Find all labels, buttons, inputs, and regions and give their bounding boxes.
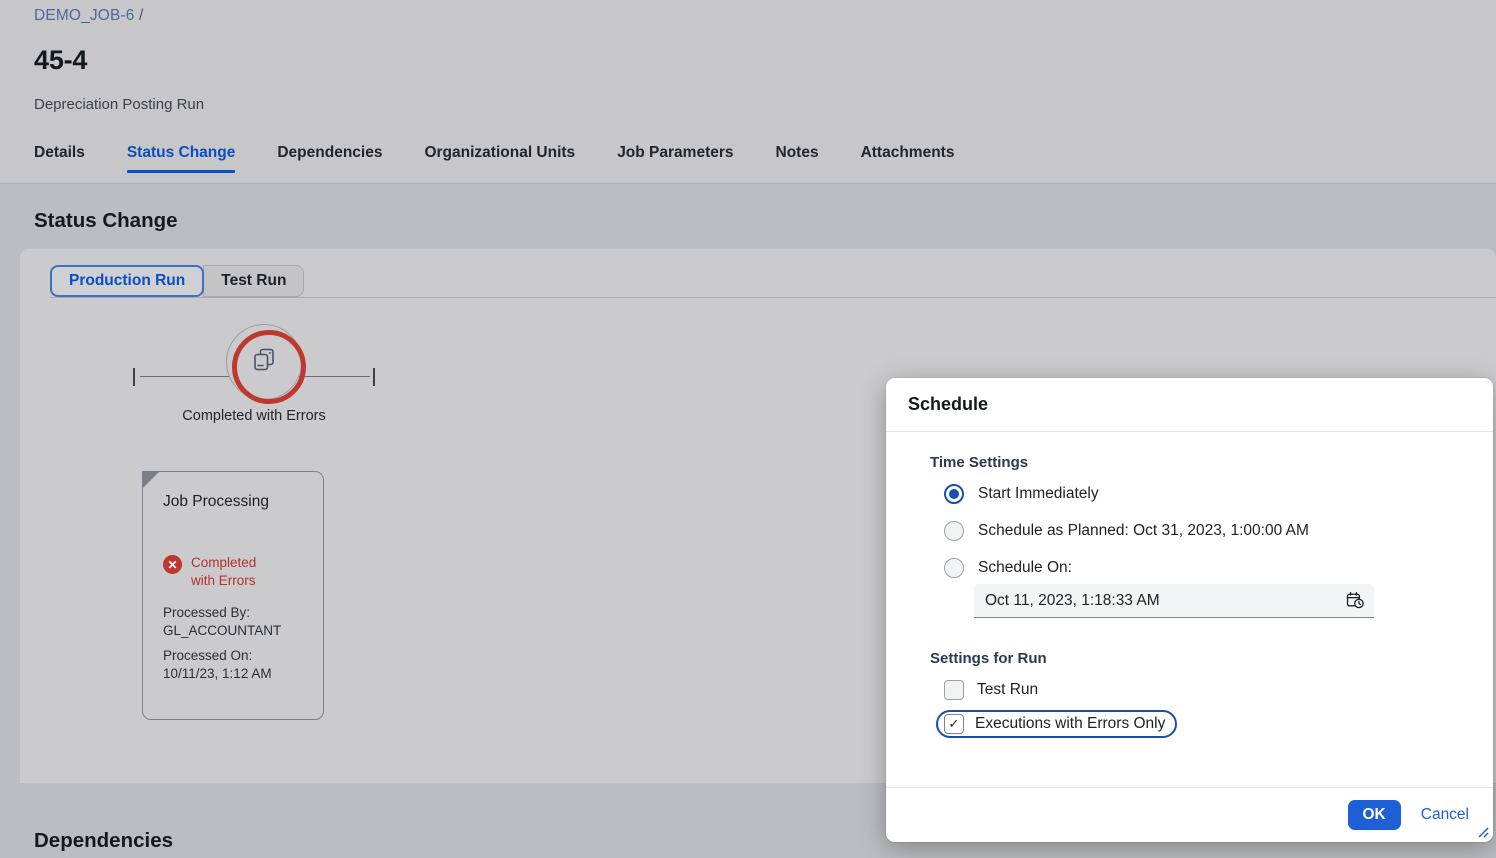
tab-notes[interactable]: Notes — [776, 144, 819, 173]
tab-bar: Details Status Change Dependencies Organ… — [34, 144, 996, 184]
status-circle[interactable] — [226, 324, 306, 404]
breadcrumb-separator: / — [139, 7, 144, 24]
processed-on-value: 10/11/23, 1:12 AM — [163, 665, 272, 681]
rail-end-cap-left — [133, 368, 135, 386]
run-type-segmented-control: Production Run Test Run — [50, 265, 305, 297]
app-root: DEMO_JOB-6 / 45-4 Depreciation Posting R… — [0, 0, 1496, 858]
status-caption: Completed with Errors — [182, 408, 326, 424]
segment-test-run[interactable]: Test Run — [203, 265, 305, 297]
processed-by-label: Processed By: — [163, 605, 251, 620]
status-node: Completed with Errors — [114, 324, 394, 454]
radio-schedule-as-planned[interactable] — [944, 521, 964, 541]
checkbox-label-test-run: Test Run — [977, 681, 1039, 698]
job-processing-card[interactable]: Job Processing ✕ Completed with Errors P… — [142, 471, 324, 720]
radio-start-immediately[interactable] — [944, 484, 964, 504]
schedule-date-value: Oct 11, 2023, 1:18:33 AM — [985, 591, 1160, 609]
radio-schedule-on[interactable] — [944, 558, 964, 578]
checkbox-row-executions-with-errors-only[interactable]: ✓ Executions with Errors Only — [936, 710, 1178, 738]
tab-dependencies[interactable]: Dependencies — [277, 144, 382, 173]
section-title-status-change: Status Change — [34, 209, 178, 232]
card-divider — [50, 297, 1496, 298]
rail-end-cap-right — [373, 368, 375, 386]
dialog-body: Time Settings Start Immediately Schedule… — [886, 432, 1493, 787]
time-settings-label: Time Settings — [930, 454, 1029, 471]
error-icon: ✕ — [163, 555, 182, 574]
radio-label-schedule-on: Schedule On: — [978, 559, 1072, 576]
dialog-title: Schedule — [908, 394, 989, 414]
page-subtitle: Depreciation Posting Run — [34, 96, 205, 113]
cancel-button[interactable]: Cancel — [1417, 800, 1473, 830]
schedule-dialog: Schedule Time Settings Start Immediately… — [886, 378, 1493, 842]
settings-for-run-group: Settings for Run Test Run ✓ Executions w… — [930, 650, 1471, 748]
processed-by-block: Processed By: GL_ACCOUNTANT — [163, 604, 313, 639]
job-card-title: Job Processing — [163, 493, 269, 510]
card-fold-corner — [142, 471, 160, 489]
calendar-clock-icon[interactable] — [1346, 591, 1365, 610]
settings-for-run-label: Settings for Run — [930, 650, 1047, 667]
job-status-text: Completed with Errors — [191, 555, 257, 588]
tab-organizational-units[interactable]: Organizational Units — [424, 144, 575, 173]
resize-handle-icon[interactable] — [1475, 824, 1489, 838]
schedule-date-input[interactable]: Oct 11, 2023, 1:18:33 AM — [974, 584, 1374, 618]
ok-button[interactable]: OK — [1347, 800, 1401, 830]
rail-left — [140, 376, 232, 377]
checkbox-test-run[interactable] — [944, 680, 964, 700]
section-title-dependencies: Dependencies — [34, 829, 173, 852]
radio-row-schedule-as-planned[interactable]: Schedule as Planned: Oct 31, 2023, 1:00:… — [944, 521, 1471, 541]
checkbox-label-executions-with-errors-only: Executions with Errors Only — [975, 715, 1166, 732]
tab-job-parameters[interactable]: Job Parameters — [617, 144, 733, 173]
checkbox-row-test-run[interactable]: Test Run — [944, 680, 1471, 700]
job-status-row: ✕ Completed with Errors — [163, 554, 283, 590]
tab-attachments[interactable]: Attachments — [861, 144, 955, 173]
page-title: 45-4 — [34, 45, 88, 75]
radio-label-start-immediately: Start Immediately — [978, 485, 1099, 502]
breadcrumb: DEMO_JOB-6 / — [34, 7, 144, 25]
tab-status-change[interactable]: Status Change — [126, 144, 235, 173]
dialog-header: Schedule — [886, 378, 1493, 432]
processed-by-value: GL_ACCOUNTANT — [163, 622, 282, 638]
breadcrumb-link-demo-job[interactable]: DEMO_JOB-6 — [34, 7, 135, 24]
page-header: DEMO_JOB-6 / 45-4 Depreciation Posting R… — [0, 0, 1496, 184]
radio-label-schedule-as-planned: Schedule as Planned: Oct 31, 2023, 1:00:… — [978, 522, 1309, 539]
processed-on-label: Processed On: — [163, 648, 253, 663]
processed-on-block: Processed On: 10/11/23, 1:12 AM — [163, 647, 313, 682]
segment-production-run[interactable]: Production Run — [50, 265, 205, 297]
checkbox-executions-with-errors-only[interactable]: ✓ — [944, 714, 964, 734]
dialog-footer: OK Cancel — [886, 787, 1493, 842]
job-copies-icon — [249, 345, 279, 380]
tab-details[interactable]: Details — [34, 144, 85, 173]
radio-row-schedule-on[interactable]: Schedule On: — [944, 558, 1471, 578]
radio-row-start-immediately[interactable]: Start Immediately — [944, 484, 1471, 504]
